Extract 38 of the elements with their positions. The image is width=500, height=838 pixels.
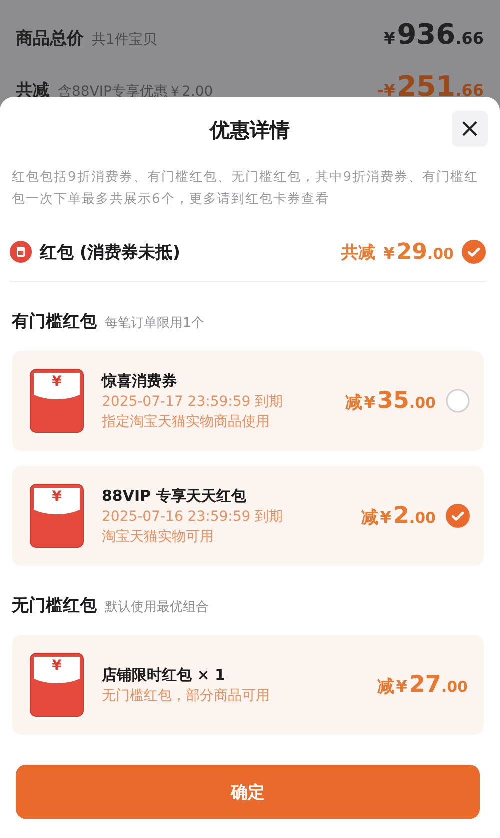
close-button[interactable]: × [452,111,488,147]
coupon-detail: 指定淘宝天猫实物商品使用 [102,412,271,430]
radio-button[interactable] [446,389,470,413]
summary-label: 商品总价 [16,28,84,50]
discount-label: 减 [345,392,362,414]
discount-label: 共减 [342,242,376,264]
section-note: 默认使用最优组合 [105,599,209,616]
description-text: 红包包括9折消费券、有门槛红包、无门槛红包，其中9折消费券、有门槛红包一次下单最多共展示6个，更多请到红包卡券查看 [12,169,480,209]
yen-symbol: ¥ [51,658,63,674]
coupon-card[interactable]: ¥ 惊喜消费券 2025-07-17 23:59:59 到期 指定淘宝天猫实物商品使用 减¥35.00 [12,351,484,451]
coupon-card[interactable]: ¥ 店铺限时红包 × 1 无门槛红包，部分商品可用 减¥27.00 [12,635,484,735]
coupon-name: 惊喜消费券 [102,372,178,390]
coupon-card[interactable]: ¥ 88VIP 专享天天红包 2025-07-16 23:59:59 到期 淘宝天猫实物可用 减¥2.00 [12,466,484,566]
coupon-name: 店铺限时红包 × 1 [102,666,226,684]
coupon-detail: 淘宝天猫实物可用 [102,528,215,546]
coupon-detail: 无门槛红包，部分商品可用 [102,686,271,704]
discount-amount: -¥251.66 [377,70,484,103]
checked-radio[interactable] [462,240,486,264]
section-title: 无门槛红包 [12,595,97,617]
section-note: 每笔订单限用1个 [105,315,204,332]
yen-symbol: ¥ [51,489,63,505]
summary-note: 共1件宝贝 [92,31,157,49]
envelope-icon [10,241,32,263]
discount-amount: ¥29.00 [384,240,454,264]
sheet-title: 优惠详情 [210,116,290,144]
coupon-type-label: 红包 (消费券未抵) [40,242,180,264]
coupon-amount: ¥27.00 [396,672,468,698]
yen-symbol: ¥ [51,374,63,390]
total-price: ¥936.66 [384,18,484,51]
coupon-amount: ¥2.00 [380,503,436,529]
discount-label: 减 [377,676,394,698]
section-title: 有门槛红包 [12,311,97,333]
coupon-detail: 2025-07-16 23:59:59 到期 [102,508,284,526]
coupon-name: 88VIP 专享天天红包 [102,486,248,506]
coupon-amount: ¥35.00 [364,388,436,414]
checked-radio[interactable] [446,504,470,528]
coupon-detail: 2025-07-17 23:59:59 到期 [102,392,284,410]
discount-label: 减 [361,507,378,529]
